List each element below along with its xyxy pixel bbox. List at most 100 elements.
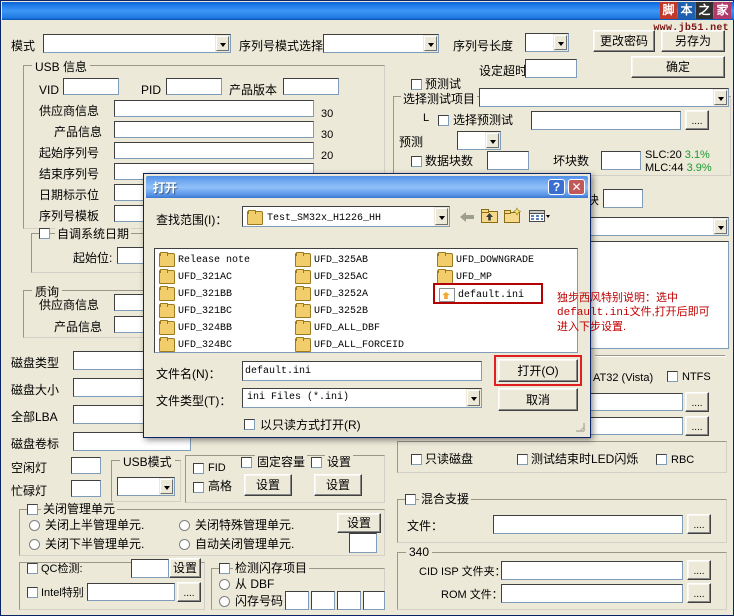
- mgmt-radio-3[interactable]: [179, 539, 190, 550]
- qc-set-button[interactable]: 设置: [169, 558, 201, 578]
- file-list[interactable]: Release note UFD_321AC UFD_321BB UFD_321…: [154, 248, 578, 353]
- list-item[interactable]: UFD_ALL_FORCEID: [295, 338, 404, 352]
- rom-file-input[interactable]: [501, 584, 683, 603]
- fixed-capacity-checkbox[interactable]: [241, 457, 252, 468]
- fixed-capacity-set-button[interactable]: 设置: [244, 474, 292, 496]
- filename-input[interactable]: default.ini: [242, 361, 482, 381]
- timeout-input[interactable]: [525, 59, 577, 78]
- list-item[interactable]: UFD_DOWNGRADE: [437, 253, 534, 267]
- mgmt-radio-1[interactable]: [179, 520, 190, 531]
- intel-browse-button[interactable]: ....: [177, 582, 201, 602]
- usb-mode-select[interactable]: [117, 477, 175, 496]
- flash-no-radio[interactable]: [219, 596, 230, 607]
- list-item[interactable]: UFD_325AC: [295, 270, 368, 284]
- bad-block-input[interactable]: [601, 151, 641, 170]
- block-input[interactable]: [603, 189, 643, 208]
- usb-row-input-0[interactable]: [114, 100, 314, 117]
- cid-isp-input[interactable]: [501, 561, 683, 580]
- chevron-down-icon[interactable]: [554, 35, 567, 50]
- usb-row-input-2[interactable]: [114, 142, 314, 159]
- select-pretest-input[interactable]: [531, 111, 681, 130]
- high-format-checkbox[interactable]: [193, 482, 204, 493]
- select-pretest-browse-button[interactable]: ....: [685, 110, 709, 130]
- from-dbf-radio[interactable]: [219, 579, 230, 590]
- rom-file-browse-button[interactable]: ....: [687, 583, 711, 603]
- chevron-down-icon[interactable]: [467, 390, 480, 406]
- cancel-button[interactable]: 取消: [498, 388, 578, 411]
- rbc-checkbox[interactable]: [656, 454, 667, 465]
- mgmt-radio-2[interactable]: [29, 539, 40, 550]
- ntfs-checkbox[interactable]: [667, 371, 678, 382]
- flash-no-input-2[interactable]: [311, 591, 335, 610]
- list-item[interactable]: UFD_321BB: [159, 287, 232, 301]
- fs-path-input-2[interactable]: [579, 417, 683, 435]
- extra-set-checkbox[interactable]: [311, 457, 322, 468]
- flash-no-input-4[interactable]: [363, 591, 385, 610]
- change-password-button[interactable]: 更改密码: [593, 30, 655, 52]
- flash-detect-checkbox[interactable]: [219, 563, 230, 574]
- up-folder-icon[interactable]: [480, 207, 499, 225]
- list-item[interactable]: UFD_ALL_DBF: [295, 321, 380, 335]
- back-arrow-icon[interactable]: [458, 209, 476, 225]
- serial-length-select[interactable]: [525, 33, 569, 52]
- chevron-down-icon[interactable]: [424, 36, 437, 51]
- serial-mode-select[interactable]: [323, 34, 439, 53]
- fs-browse-button-1[interactable]: ....: [685, 392, 709, 412]
- usb-row-input-1[interactable]: [114, 121, 314, 138]
- mgmt-radio-0[interactable]: [29, 520, 40, 531]
- idle-led-input[interactable]: [71, 457, 101, 474]
- close-icon[interactable]: ✕: [568, 179, 585, 195]
- mode-select[interactable]: [43, 34, 231, 53]
- mgmt-value-input[interactable]: [349, 533, 377, 553]
- busy-led-input[interactable]: [71, 480, 101, 497]
- help-icon[interactable]: ?: [548, 179, 565, 195]
- data-block-input[interactable]: [487, 151, 529, 170]
- chevron-down-icon[interactable]: [714, 219, 727, 234]
- predict-select[interactable]: [457, 131, 501, 150]
- list-item[interactable]: UFD_321AC: [159, 270, 232, 284]
- mixed-support-checkbox[interactable]: [405, 494, 416, 505]
- flash-no-input-1[interactable]: [285, 591, 309, 610]
- new-folder-icon[interactable]: [503, 207, 523, 225]
- select-test-item-select[interactable]: [479, 88, 729, 107]
- extra-set-button[interactable]: 设置: [314, 474, 362, 496]
- list-item[interactable]: UFD_3252B: [295, 304, 368, 318]
- select-pretest-checkbox[interactable]: [438, 115, 449, 126]
- chevron-down-icon[interactable]: [160, 479, 173, 494]
- led-blink-checkbox[interactable]: [517, 454, 528, 465]
- fs-path-input-1[interactable]: [579, 393, 683, 411]
- qc-input[interactable]: [131, 559, 169, 578]
- list-item[interactable]: Release note: [159, 253, 250, 267]
- flash-no-input-3[interactable]: [337, 591, 361, 610]
- fs-browse-button-2[interactable]: ....: [685, 416, 709, 436]
- readonly-open-checkbox[interactable]: [244, 419, 255, 430]
- vid-input[interactable]: [63, 78, 119, 95]
- intel-checkbox[interactable]: [27, 587, 38, 598]
- dialog-titlebar[interactable]: 打开 ? ✕: [146, 176, 588, 198]
- data-block-checkbox[interactable]: [411, 156, 422, 167]
- list-item[interactable]: UFD_325AB: [295, 253, 368, 267]
- mixed-file-input[interactable]: [493, 515, 683, 534]
- list-item[interactable]: UFD_321BC: [159, 304, 232, 318]
- ok-button[interactable]: 确定: [631, 56, 725, 78]
- chevron-down-icon[interactable]: [435, 208, 448, 225]
- readonly-disk-checkbox[interactable]: [411, 454, 422, 465]
- list-item[interactable]: UFD_3252A: [295, 287, 368, 301]
- views-icon[interactable]: [528, 207, 552, 225]
- fid-checkbox[interactable]: [193, 463, 204, 474]
- auto-date-checkbox[interactable]: [39, 228, 50, 239]
- cid-isp-browse-button[interactable]: ....: [687, 560, 711, 580]
- mgmt-unit-checkbox[interactable]: [27, 504, 38, 515]
- qc-checkbox[interactable]: [27, 563, 38, 574]
- product-version-input[interactable]: [283, 78, 339, 95]
- mgmt-set-button[interactable]: 设置: [337, 513, 381, 533]
- pid-input[interactable]: [166, 78, 222, 95]
- list-item[interactable]: UFD_324BC: [159, 338, 232, 352]
- intel-input[interactable]: [87, 583, 175, 601]
- chevron-down-icon[interactable]: [486, 133, 499, 148]
- list-item[interactable]: UFD_MP: [437, 270, 492, 284]
- pretest-checkbox[interactable]: [411, 79, 422, 90]
- mixed-file-browse-button[interactable]: ....: [687, 514, 711, 534]
- resize-grip[interactable]: [574, 421, 586, 433]
- list-item[interactable]: UFD_324BB: [159, 321, 232, 335]
